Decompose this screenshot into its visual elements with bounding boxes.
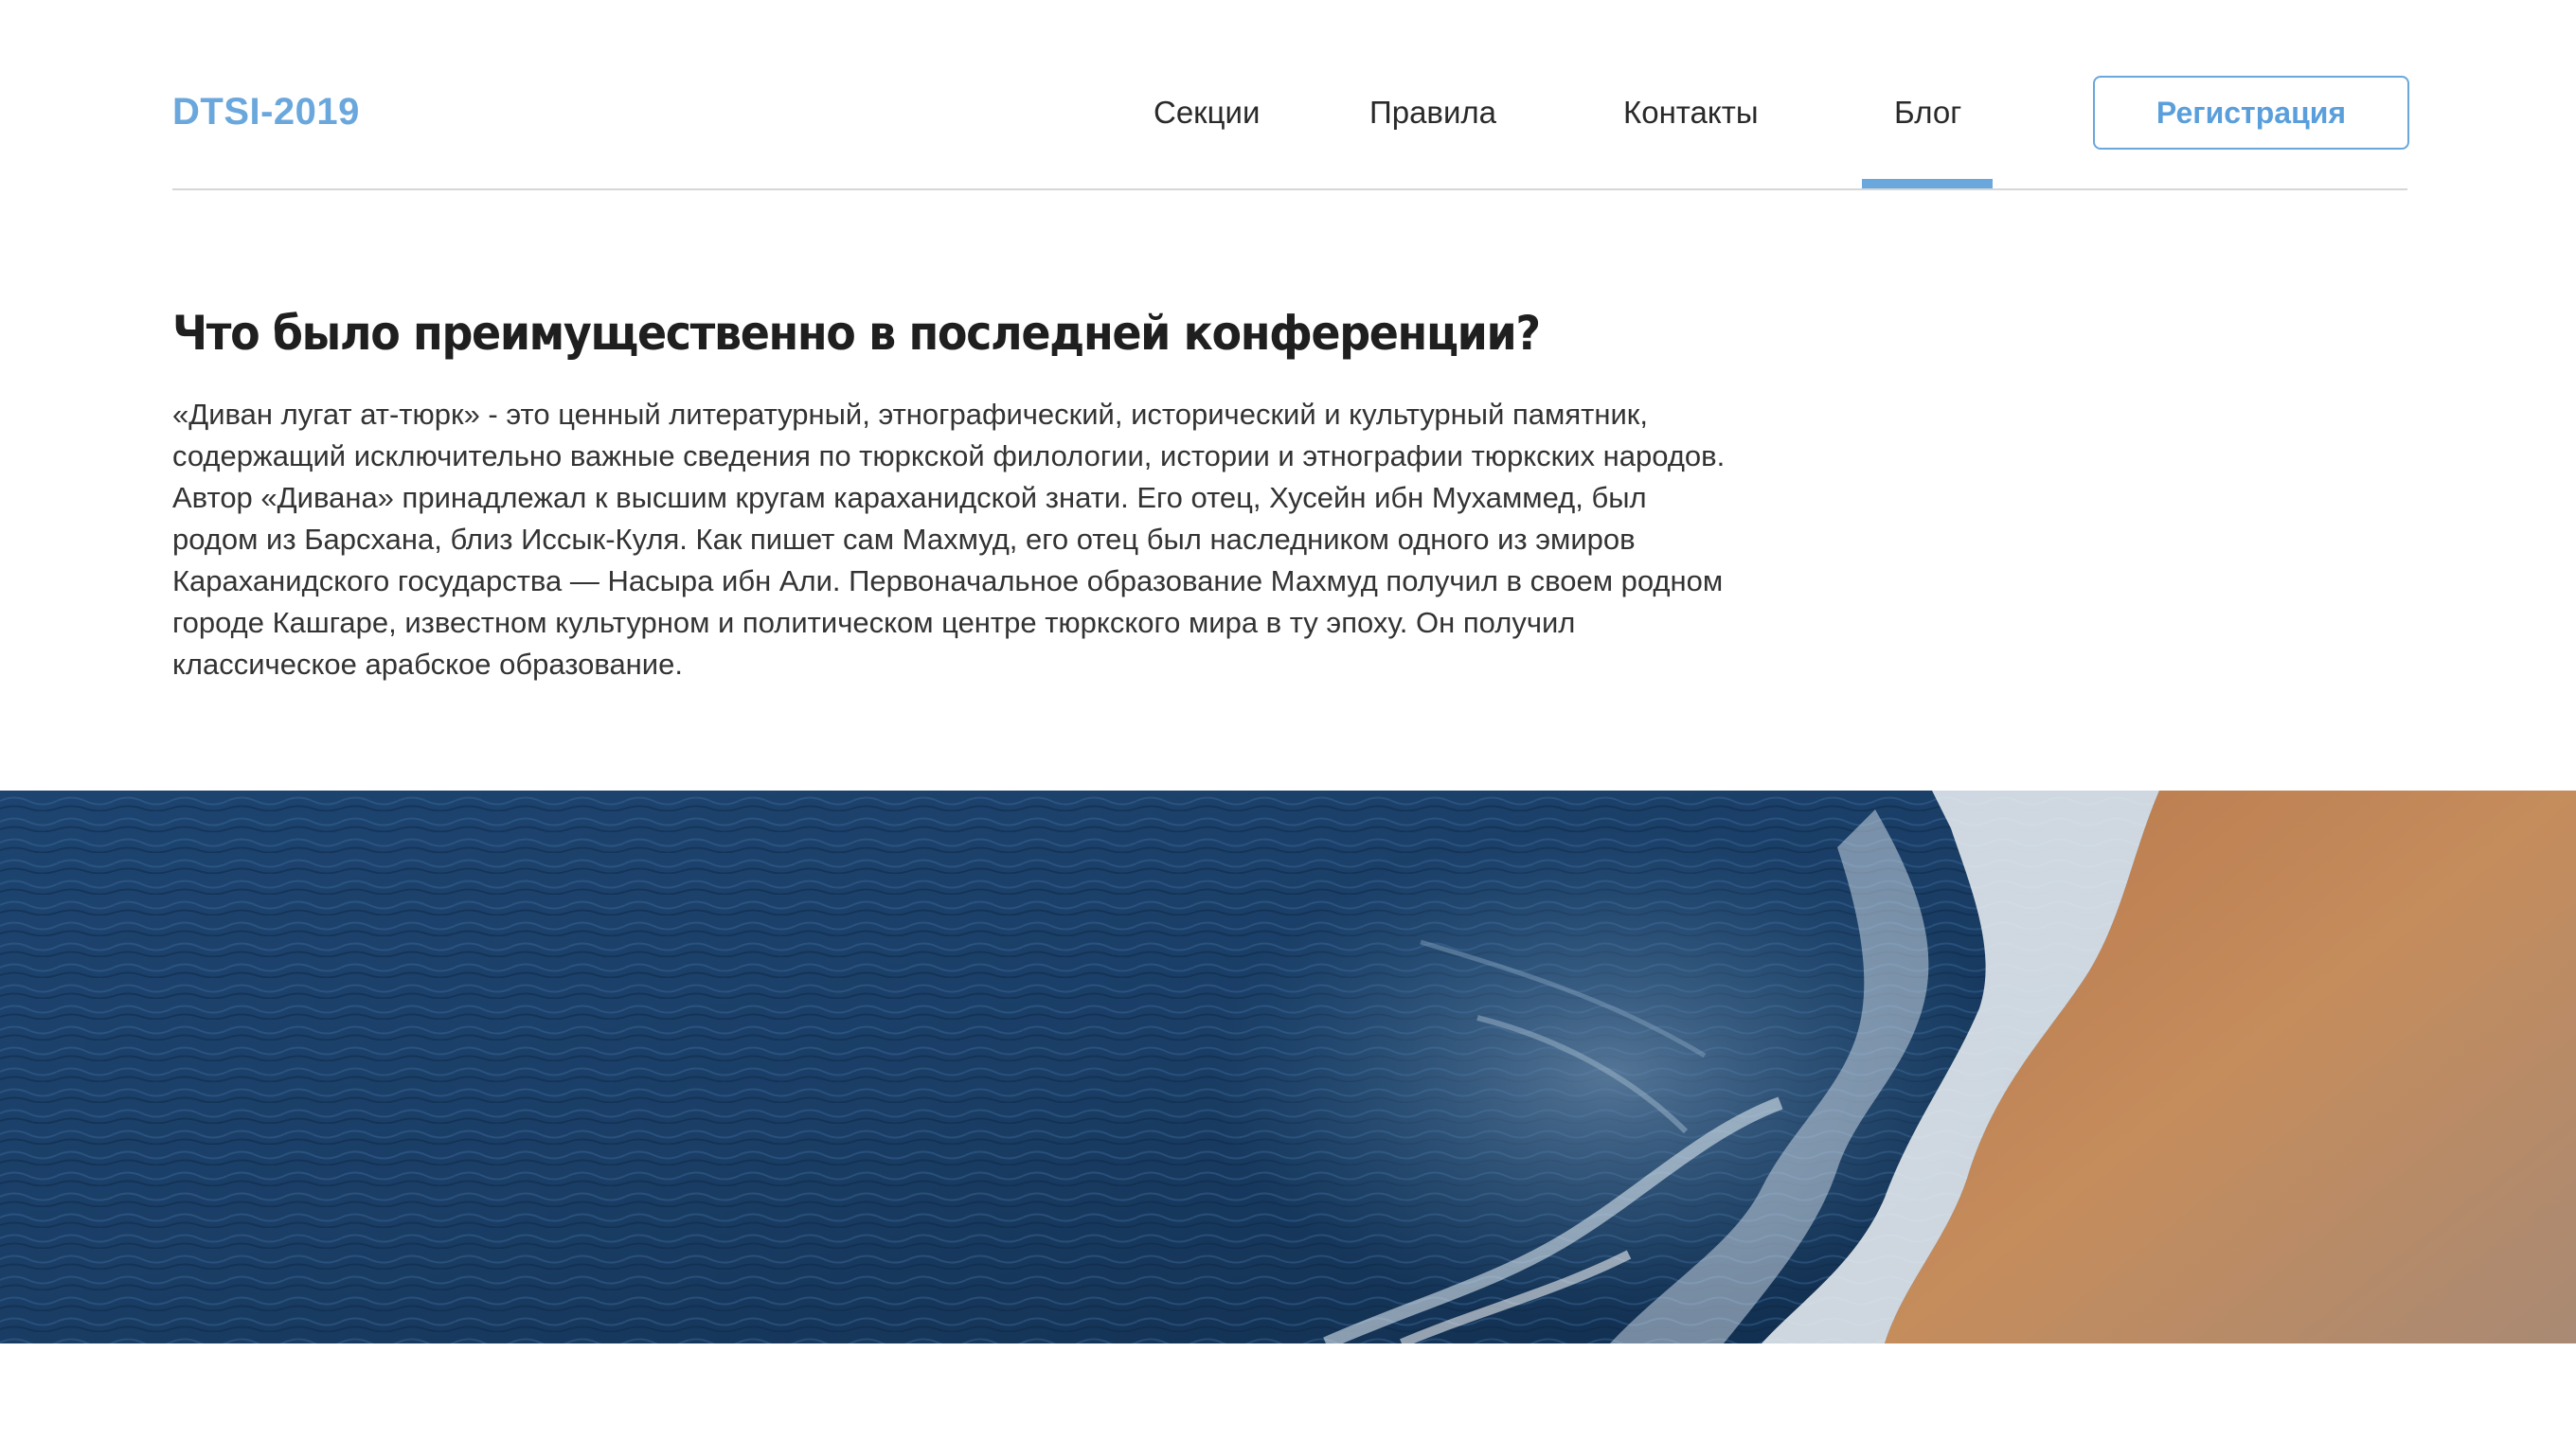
nav-item-sections[interactable]: Секции bbox=[1154, 95, 1260, 131]
blog-article: Что было преимущественно в последней кон… bbox=[172, 294, 1726, 685]
article-body: «Диван лугат ат-тюрк» - это ценный литер… bbox=[172, 398, 1726, 681]
hero-image bbox=[0, 791, 2576, 1343]
main-nav: Секции Правила Контакты Блог Регистрация bbox=[172, 0, 2409, 188]
nav-item-contacts[interactable]: Контакты bbox=[1623, 95, 1759, 131]
ocean-beach-aerial-image bbox=[0, 791, 2576, 1343]
nav-item-rules[interactable]: Правила bbox=[1369, 95, 1496, 131]
nav-item-blog[interactable]: Блог bbox=[1894, 95, 1961, 131]
article-title: Что было преимущественно в последней кон… bbox=[172, 306, 1541, 361]
register-button[interactable]: Регистрация bbox=[2093, 76, 2409, 150]
active-nav-indicator bbox=[1862, 179, 1993, 188]
site-header: DTSI-2019 Секции Правила Контакты Блог Р… bbox=[172, 0, 2409, 190]
